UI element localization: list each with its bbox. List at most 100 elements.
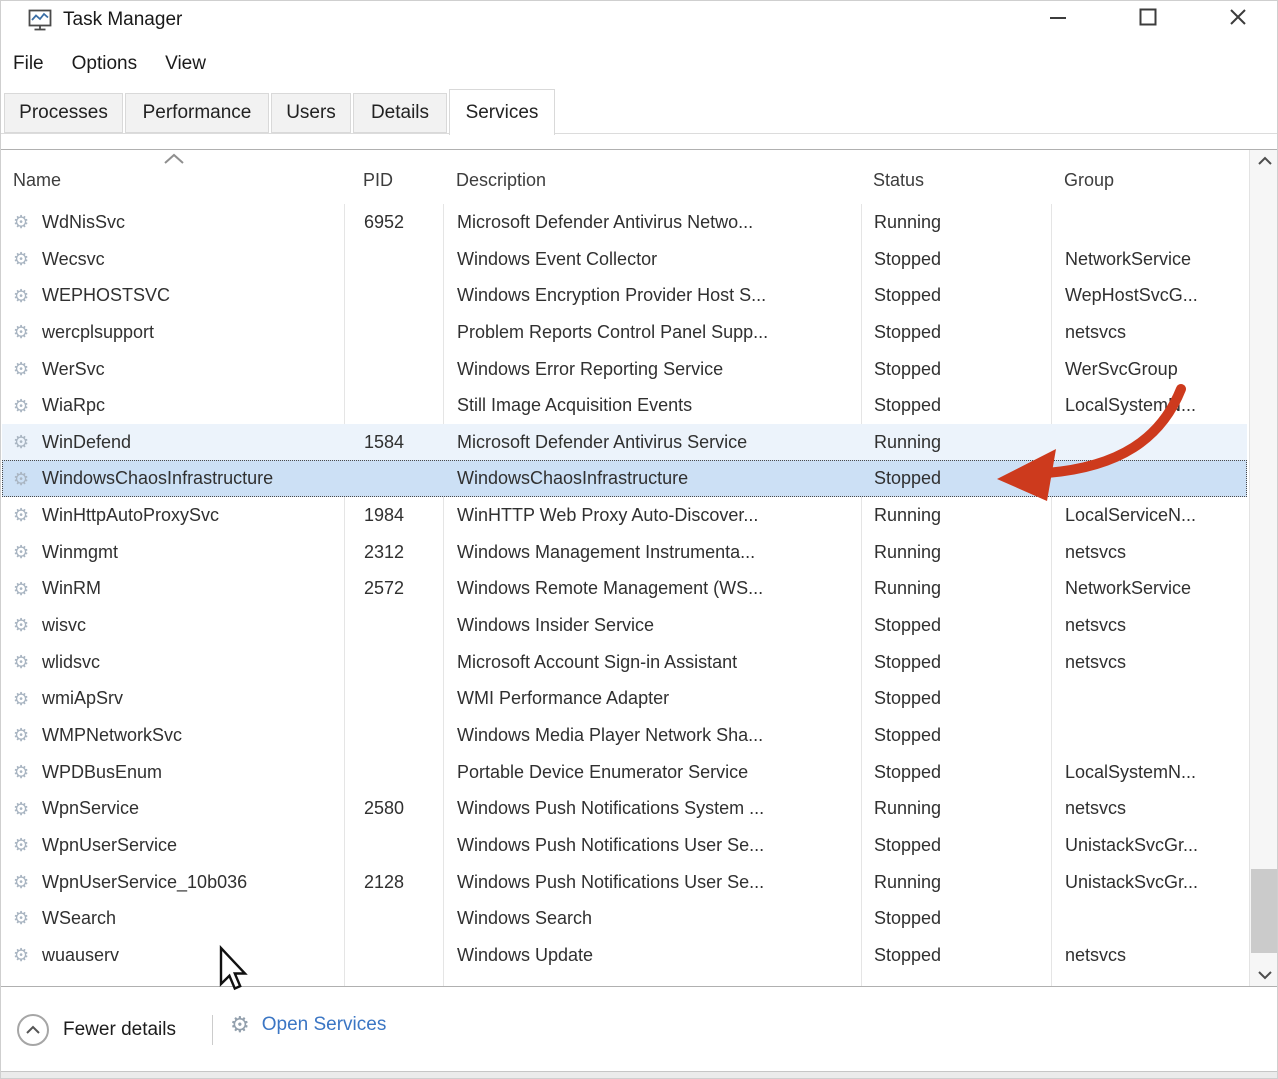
chevron-up-icon [17, 1014, 49, 1046]
column-header-status[interactable]: Status [861, 150, 1051, 204]
table-row[interactable]: ⚙WpnService2580Windows Push Notification… [2, 790, 1247, 827]
table-row[interactable]: ⚙wuauservWindows UpdateStoppednetsvcs [2, 937, 1247, 974]
tab-processes[interactable]: Processes [4, 93, 123, 133]
service-pid [345, 900, 444, 937]
gear-icon: ⚙ [13, 470, 29, 488]
service-status: Stopped [862, 680, 1052, 717]
scrollbar-down-icon[interactable] [1250, 964, 1278, 986]
table-row[interactable]: ⚙WpnUserServiceWindows Push Notification… [2, 827, 1247, 864]
tab-performance[interactable]: Performance [125, 93, 269, 133]
service-pid [345, 277, 444, 314]
service-description: Windows Update [444, 937, 862, 974]
service-group: netsvcs [1052, 607, 1248, 644]
service-group: netsvcs [1052, 534, 1248, 571]
service-name: ⚙WindowsChaosInfrastructure [2, 460, 345, 497]
service-pid [345, 754, 444, 791]
table-row[interactable]: ⚙WerSvcWindows Error Reporting ServiceSt… [2, 351, 1247, 388]
service-group: LocalSystemN... [1052, 754, 1248, 791]
close-button[interactable] [1215, 1, 1261, 33]
service-pid [345, 387, 444, 424]
service-description: Windows Media Player Network Sha... [444, 717, 862, 754]
table-row[interactable]: ⚙Winmgmt2312Windows Management Instrumen… [2, 534, 1247, 571]
service-status: Running [862, 497, 1052, 534]
title-bar: Task Manager [1, 1, 1277, 41]
menu-item-file[interactable]: File [13, 53, 44, 75]
table-row[interactable]: ⚙WMPNetworkSvc Windows Media Player Netwo… [2, 717, 1247, 754]
service-status: Stopped [862, 900, 1052, 937]
table-row[interactable]: ⚙WEPHOSTSVCWindows Encryption Provider H… [2, 277, 1247, 314]
table-row[interactable]: ⚙WindowsChaosInfrastructureWindowsChaosI… [2, 460, 1247, 497]
service-status: Stopped [862, 607, 1052, 644]
table-row[interactable]: ⚙WinRM2572Windows Remote Management (WS.… [2, 570, 1247, 607]
column-header-group[interactable]: Group [1051, 150, 1247, 204]
minimize-button[interactable] [1035, 1, 1081, 33]
menu-item-view[interactable]: View [165, 53, 206, 75]
table-row[interactable]: ⚙WinHttpAutoProxySvc1984WinHTTP Web Prox… [2, 497, 1247, 534]
tab-services[interactable]: Services [449, 89, 555, 135]
gear-icon: ⚙ [13, 250, 29, 268]
table-row[interactable]: ⚙wlidsvcMicrosoft Account Sign-in Assist… [2, 644, 1247, 681]
maximize-button[interactable] [1125, 1, 1171, 33]
vertical-scrollbar[interactable] [1249, 150, 1278, 986]
service-description: WMI Performance Adapter [444, 680, 862, 717]
gear-icon: ⚙ [13, 836, 29, 854]
gear-icon: ⚙ [13, 909, 29, 927]
footer-divider [212, 1015, 213, 1045]
service-pid: 1584 [345, 424, 444, 461]
service-description: Windows Insider Service [444, 607, 862, 644]
column-header-description[interactable]: Description [443, 150, 861, 204]
service-group: netsvcs [1052, 937, 1248, 974]
scrollbar-up-icon[interactable] [1250, 150, 1278, 172]
service-group [1052, 204, 1248, 241]
fewer-details-label: Fewer details [63, 1019, 176, 1041]
service-pid [345, 607, 444, 644]
gear-icon: ⚙ [13, 726, 29, 744]
table-row[interactable]: ⚙WSearchWindows SearchStopped [2, 900, 1247, 937]
service-description: Windows Push Notifications User Se... [444, 864, 862, 901]
menu-item-options[interactable]: Options [72, 53, 137, 75]
table-row[interactable]: ⚙WiaRpcStill Image Acquisition EventsSto… [2, 387, 1247, 424]
table-row[interactable]: ⚙WecsvcWindows Event CollectorStoppedNet… [2, 241, 1247, 278]
table-row[interactable]: ⚙WinDefend1584Microsoft Defender Antivir… [2, 424, 1247, 461]
service-pid [345, 937, 444, 974]
service-pid [345, 460, 444, 497]
gear-icon: ⚙ [13, 360, 29, 378]
gear-icon: ⚙ [13, 946, 29, 964]
service-description: Windows Error Reporting Service [444, 351, 862, 388]
service-pid: 1984 [345, 497, 444, 534]
column-header-pid[interactable]: PID [344, 150, 443, 204]
service-description: Portable Device Enumerator Service [444, 754, 862, 791]
service-status: Stopped [862, 387, 1052, 424]
table-row[interactable]: ⚙wercplsupportProblem Reports Control Pa… [2, 314, 1247, 351]
service-status: Running [862, 864, 1052, 901]
service-pid: 2128 [345, 864, 444, 901]
column-header-name[interactable]: Name [1, 150, 344, 204]
table-row[interactable]: ⚙WdNisSvc6952Microsoft Defender Antiviru… [2, 204, 1247, 241]
service-group: WepHostSvcG... [1052, 277, 1248, 314]
service-name: ⚙WMPNetworkSvc [2, 717, 345, 754]
table-row[interactable]: ⚙WpnUserService_10b0362128Windows Push N… [2, 864, 1247, 901]
gear-icon: ⚙ [13, 800, 29, 818]
gear-icon: ⚙ [13, 580, 29, 598]
tab-details[interactable]: Details [353, 93, 447, 133]
table-row[interactable]: ⚙wmiApSrvWMI Performance AdapterStopped [2, 680, 1247, 717]
gear-icon: ⚙ [13, 323, 29, 341]
service-description: Windows Search [444, 900, 862, 937]
scrollbar-thumb[interactable] [1251, 869, 1278, 953]
service-pid [345, 351, 444, 388]
service-status: Stopped [862, 314, 1052, 351]
open-services-link[interactable]: ⚙ Open Services [230, 1014, 386, 1036]
service-pid [345, 680, 444, 717]
tab-users[interactable]: Users [271, 93, 351, 133]
table-row[interactable]: ⚙WPDBusEnumPortable Device Enumerator Se… [2, 754, 1247, 791]
service-status: Running [862, 204, 1052, 241]
service-status: Running [862, 790, 1052, 827]
service-status: Stopped [862, 644, 1052, 681]
service-description: Microsoft Defender Antivirus Service [444, 424, 862, 461]
service-pid: 2580 [345, 790, 444, 827]
fewer-details-button[interactable]: Fewer details [17, 1014, 176, 1046]
table-row[interactable]: ⚙wisvcWindows Insider ServiceStoppednets… [2, 607, 1247, 644]
gear-icon: ⚙ [13, 433, 29, 451]
service-description: Windows Push Notifications System ... [444, 790, 862, 827]
service-status: Running [862, 424, 1052, 461]
